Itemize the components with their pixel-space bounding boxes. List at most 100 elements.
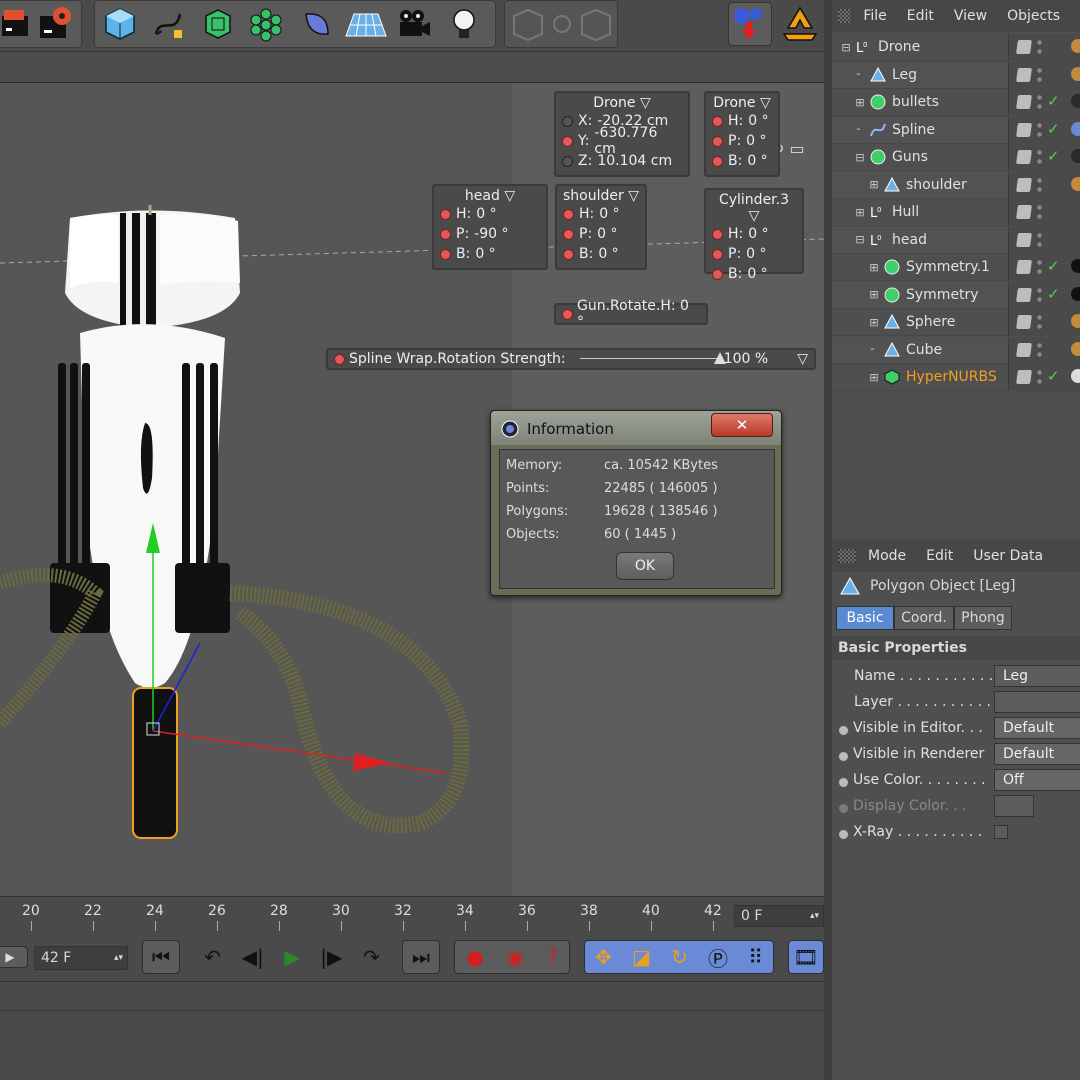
- animate-radio-icon[interactable]: [838, 725, 849, 736]
- tab-basic[interactable]: Basic: [836, 606, 894, 630]
- hud-value[interactable]: 10.104 cm: [597, 153, 672, 169]
- visibility-dots-icon[interactable]: [1037, 230, 1042, 249]
- menu-mode[interactable]: Mode: [868, 548, 906, 564]
- layer-icon[interactable]: [1016, 342, 1032, 357]
- visibility-dots-icon[interactable]: [1037, 313, 1042, 331]
- menu-objects[interactable]: Objects: [1007, 8, 1060, 24]
- record-key-icon[interactable]: ●: [466, 945, 483, 969]
- next-frame-icon[interactable]: |▶: [320, 945, 342, 969]
- section-basic-properties[interactable]: Basic Properties: [832, 636, 1080, 660]
- object-row[interactable]: ⊞ Symmetry ✓: [832, 281, 1080, 309]
- keyframe-dot-icon[interactable]: [563, 248, 574, 260]
- object-name[interactable]: Drone: [878, 39, 920, 55]
- menu-edit[interactable]: Edit: [907, 8, 934, 24]
- timeline-ruler[interactable]: 20 22 24 26 28 30 32 34 36 38 40 42 0 F ▴▾: [0, 896, 828, 932]
- visibility-dots-icon[interactable]: [1037, 258, 1042, 276]
- camera-icon[interactable]: [392, 2, 436, 46]
- hud-value[interactable]: 0 °: [748, 226, 768, 242]
- display-color-swatch[interactable]: [994, 795, 1034, 817]
- layer-icon[interactable]: [1016, 177, 1032, 192]
- hud-value[interactable]: 0 °: [599, 206, 619, 222]
- keyframe-dot-icon[interactable]: [334, 353, 345, 365]
- hud-gun-rotate-label[interactable]: Gun.Rotate.H: 0 °: [577, 298, 700, 330]
- tag-icon[interactable]: [1071, 314, 1080, 328]
- object-row[interactable]: ╴ Leg: [832, 61, 1080, 89]
- object-name[interactable]: HyperNURBS: [906, 369, 997, 385]
- visibility-dots-icon[interactable]: [1037, 285, 1042, 304]
- prev-key-icon[interactable]: ↶: [204, 945, 221, 969]
- light-icon[interactable]: [442, 2, 486, 46]
- object-row[interactable]: ╴ Cube: [832, 336, 1080, 364]
- animate-radio-icon[interactable]: [838, 829, 849, 840]
- spline-wrap-slider[interactable]: [579, 352, 726, 366]
- object-row[interactable]: ╴ Spline ✓: [832, 116, 1080, 144]
- panel-grip-icon[interactable]: [838, 9, 852, 23]
- deformer-icon[interactable]: [294, 2, 338, 46]
- menu-file[interactable]: File: [863, 8, 886, 24]
- goto-end-icon[interactable]: ⏭: [402, 940, 440, 974]
- keyframe-dot-icon[interactable]: [712, 228, 723, 240]
- enabled-check-icon[interactable]: ✓: [1047, 147, 1060, 165]
- expand-toggle-icon[interactable]: ⊞: [854, 96, 866, 109]
- layer-icon[interactable]: [1016, 67, 1032, 82]
- tag-icon[interactable]: [1071, 39, 1080, 53]
- hud-cylinder-rotation[interactable]: Cylinder.3 ▽ H: 0 ° P: 0 ° B: 0 °: [704, 188, 804, 282]
- expand-toggle-icon[interactable]: ⊞: [868, 178, 880, 191]
- hud-value[interactable]: 0 °: [598, 246, 618, 262]
- spline-pen-icon[interactable]: [146, 2, 190, 46]
- object-name[interactable]: Cube: [906, 342, 942, 358]
- stepper-icon[interactable]: ▴▾: [114, 953, 123, 963]
- keyframe-dot-icon[interactable]: [562, 135, 573, 147]
- object-row[interactable]: ⊟ Guns ✓: [832, 144, 1080, 171]
- object-name[interactable]: Sphere: [906, 314, 955, 330]
- property-dropdown[interactable]: Off: [994, 769, 1080, 791]
- tab-coord[interactable]: Coord.: [894, 606, 954, 630]
- visibility-dots-icon[interactable]: [1037, 340, 1042, 359]
- current-frame-value[interactable]: 42 F: [41, 950, 71, 966]
- object-row[interactable]: ⊞ Symmetry.1 ✓: [832, 254, 1080, 281]
- render-view-icon[interactable]: [0, 2, 38, 46]
- hud-shoulder-rotation[interactable]: shoulder ▽ H: 0 ° P: 0 ° B: 0 °: [555, 184, 647, 270]
- end-frame-value[interactable]: 0 F: [741, 908, 762, 924]
- object-row[interactable]: ⊟ L 0 head: [832, 226, 1080, 254]
- hud-value[interactable]: 0 °: [597, 226, 617, 242]
- slider-thumb[interactable]: [713, 352, 726, 364]
- object-row[interactable]: ⊞ shoulder: [832, 171, 1080, 199]
- tag-icon[interactable]: [1071, 176, 1080, 191]
- dropdown-icon[interactable]: ▽: [797, 351, 808, 367]
- panel-splitter[interactable]: [824, 0, 832, 1080]
- render-settings-icon[interactable]: [34, 2, 78, 46]
- visibility-dots-icon[interactable]: [1037, 65, 1042, 84]
- close-icon[interactable]: ✕: [711, 413, 773, 437]
- animate-radio-icon[interactable]: [838, 751, 849, 762]
- layer-icon[interactable]: [1016, 370, 1032, 384]
- parameter-key-icon[interactable]: Ⓟ: [708, 943, 728, 972]
- visibility-dots-icon[interactable]: [1037, 203, 1042, 221]
- expand-toggle-icon[interactable]: ⊞: [868, 261, 880, 274]
- layer-icon[interactable]: [1016, 150, 1032, 164]
- tag-icon[interactable]: [1071, 369, 1080, 383]
- tag-icon[interactable]: [1071, 121, 1080, 136]
- tag-icon[interactable]: [1071, 341, 1080, 356]
- expand-toggle-icon[interactable]: ⊞: [868, 371, 880, 384]
- keyframe-dot-icon[interactable]: [563, 228, 574, 240]
- keyframe-dot-icon[interactable]: [440, 228, 451, 240]
- hud-gun-rotate[interactable]: Gun.Rotate.H: 0 °: [554, 298, 708, 330]
- visibility-dots-icon[interactable]: [1037, 93, 1042, 111]
- ok-button[interactable]: OK: [616, 552, 674, 580]
- pla-key-icon[interactable]: ⠿: [748, 945, 763, 969]
- dropdown-icon[interactable]: ▽: [504, 188, 515, 204]
- cloner-icon[interactable]: [244, 2, 288, 46]
- name-field[interactable]: Leg: [994, 665, 1080, 687]
- position-key-icon[interactable]: ✥: [595, 945, 612, 969]
- hud-drone-rotation[interactable]: Drone ▽ H: 0 ° P: 0 ° B: 0 °: [704, 91, 780, 177]
- play-icon[interactable]: ▶: [284, 945, 299, 969]
- hud-value[interactable]: 0 °: [476, 206, 496, 222]
- visibility-dots-icon[interactable]: [1037, 148, 1042, 166]
- property-dropdown[interactable]: Default: [994, 743, 1080, 765]
- hud-value[interactable]: 0 °: [746, 246, 766, 262]
- cube-icon[interactable]: [98, 2, 142, 46]
- keyframe-dot-icon[interactable]: [562, 308, 573, 320]
- visibility-dots-icon[interactable]: [1037, 368, 1042, 386]
- keyframe-dot-icon[interactable]: [562, 155, 573, 167]
